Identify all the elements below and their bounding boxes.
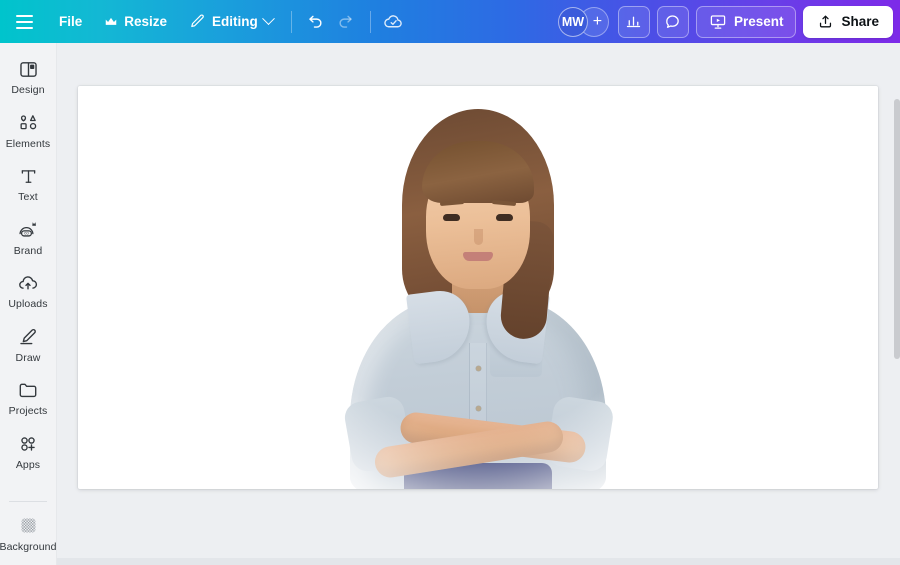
sidebar-item-label: Draw bbox=[15, 351, 41, 364]
sidebar-item-label: Elements bbox=[5, 137, 51, 150]
nose bbox=[474, 229, 483, 245]
undo-arrow-icon bbox=[305, 12, 324, 31]
sidebar-item-label: Brand bbox=[13, 244, 43, 257]
sidebar-item-projects[interactable]: Projects bbox=[2, 372, 55, 422]
eye-right bbox=[496, 214, 513, 221]
sidebar-item-label: Design bbox=[11, 84, 45, 96]
add-collaborator-label: + bbox=[592, 12, 603, 30]
portrait-photo[interactable] bbox=[340, 97, 616, 489]
apps-grid-plus-icon bbox=[17, 433, 39, 455]
checkered-pattern-icon bbox=[17, 515, 39, 537]
design-page[interactable] bbox=[78, 86, 878, 489]
pen-draw-icon bbox=[17, 326, 39, 348]
sidebar-item-background[interactable]: Background bbox=[0, 508, 57, 558]
canva-editor-window: File Resize Editing MW + Present Share D… bbox=[0, 0, 900, 565]
comments-button[interactable] bbox=[656, 5, 689, 38]
editor-body: Design Elements Text co Brand Uploads Dr… bbox=[0, 43, 900, 565]
sidebar-item-label: Uploads bbox=[8, 298, 48, 310]
header-left-group: File Resize Editing bbox=[6, 0, 410, 43]
brand-crown-icon: co bbox=[17, 219, 39, 241]
sidebar-item-design[interactable]: Design bbox=[2, 51, 55, 101]
editing-mode-button[interactable]: Editing bbox=[178, 6, 284, 38]
svg-text:co: co bbox=[24, 231, 29, 236]
present-label: Present bbox=[733, 14, 784, 29]
resize-button[interactable]: Resize bbox=[93, 6, 178, 38]
save-status-button[interactable] bbox=[378, 6, 410, 38]
collaborators-group: MW + bbox=[557, 6, 609, 37]
hamburger-menu-icon[interactable] bbox=[6, 6, 42, 38]
pencil-icon bbox=[189, 13, 206, 30]
left-sidebar: Design Elements Text co Brand Uploads Dr… bbox=[0, 43, 57, 565]
sidebar-item-elements[interactable]: Elements bbox=[2, 105, 55, 155]
text-t-icon bbox=[17, 165, 39, 187]
shapes-icon bbox=[17, 112, 39, 134]
sidebar-item-label: Text bbox=[18, 191, 38, 203]
shirt-button-1 bbox=[475, 366, 481, 371]
file-menu-label: File bbox=[59, 14, 83, 29]
canvas-workspace[interactable] bbox=[57, 43, 900, 565]
vertical-scrollbar[interactable] bbox=[894, 43, 900, 565]
page-scroll-area[interactable] bbox=[57, 43, 900, 565]
eye-left bbox=[443, 214, 460, 221]
presentation-screen-icon bbox=[709, 13, 727, 31]
sidebar-item-label: Apps bbox=[15, 458, 41, 471]
share-upload-icon bbox=[817, 13, 834, 30]
cloud-upload-icon bbox=[17, 272, 39, 294]
sidebar-item-label: Background bbox=[0, 540, 57, 553]
sidebar-bottom-group: Background bbox=[0, 498, 56, 565]
bar-chart-icon bbox=[625, 13, 642, 30]
share-button[interactable]: Share bbox=[803, 5, 893, 38]
sidebar-item-apps[interactable]: Apps bbox=[2, 426, 55, 476]
mouth bbox=[463, 252, 493, 261]
shirt-button-2 bbox=[475, 406, 481, 411]
cloud-check-icon bbox=[383, 11, 404, 32]
crown-icon bbox=[104, 15, 118, 29]
header-right-group: MW + Present Share bbox=[557, 0, 893, 43]
editing-label: Editing bbox=[212, 14, 258, 29]
header-divider-2 bbox=[369, 10, 371, 33]
resize-label: Resize bbox=[124, 14, 168, 29]
speech-bubble-icon bbox=[664, 13, 681, 30]
avatar-initials: MW bbox=[561, 14, 585, 29]
sidebar-item-text[interactable]: Text bbox=[2, 158, 55, 208]
file-menu-button[interactable]: File bbox=[48, 6, 93, 38]
sidebar-item-label: Projects bbox=[8, 405, 48, 417]
sidebar-divider bbox=[9, 500, 47, 502]
share-label: Share bbox=[841, 14, 879, 29]
folder-icon bbox=[17, 379, 39, 401]
avatar[interactable]: MW bbox=[557, 6, 588, 37]
present-button[interactable]: Present bbox=[695, 5, 797, 38]
horizontal-scrollbar[interactable] bbox=[57, 558, 900, 565]
insights-button[interactable] bbox=[617, 5, 650, 38]
header-divider bbox=[290, 10, 292, 33]
sidebar-item-brand[interactable]: co Brand bbox=[2, 212, 55, 262]
redo-arrow-icon bbox=[337, 12, 356, 31]
sidebar-item-uploads[interactable]: Uploads bbox=[2, 265, 55, 315]
redo-button[interactable] bbox=[331, 6, 363, 38]
design-panel-icon bbox=[17, 58, 39, 80]
undo-button[interactable] bbox=[299, 6, 331, 38]
sidebar-item-draw[interactable]: Draw bbox=[2, 319, 55, 369]
chevron-down-icon bbox=[261, 12, 275, 26]
top-header-bar: File Resize Editing MW + Present Share bbox=[0, 0, 900, 43]
